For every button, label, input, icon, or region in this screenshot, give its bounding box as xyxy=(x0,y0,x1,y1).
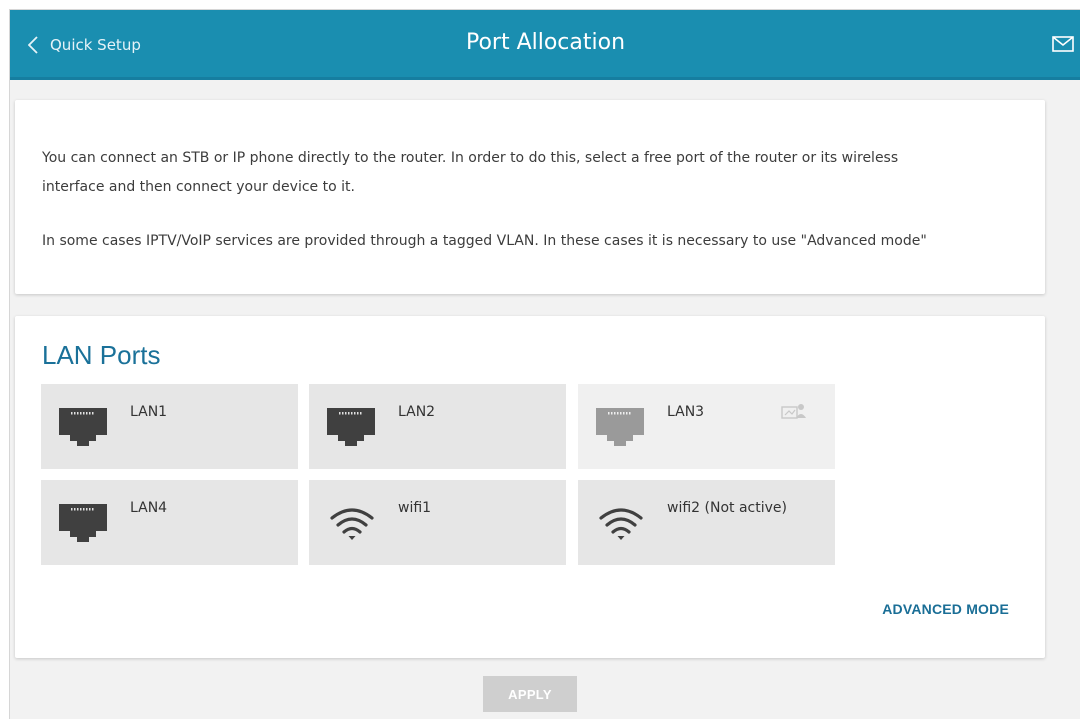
page-title: Port Allocation xyxy=(465,30,626,55)
port-tile-wifi2[interactable]: wifi2 (Not active) xyxy=(578,480,835,565)
port-tile-lan3[interactable]: LAN3 xyxy=(578,384,835,469)
wifi-icon xyxy=(599,508,643,540)
lan-ports-heading: LAN Ports xyxy=(42,340,161,370)
info-text-line-1: You can connect an STB or IP phone direc… xyxy=(42,150,899,166)
port-label: LAN1 xyxy=(130,404,168,420)
port-tile-lan2[interactable]: LAN2 xyxy=(309,384,566,469)
port-tile-wifi1[interactable]: wifi1 xyxy=(309,480,566,565)
app-frame: Quick Setup Port Allocation You can conn… xyxy=(9,9,1080,719)
port-label: LAN4 xyxy=(130,500,168,516)
advanced-mode-link[interactable]: ADVANCED MODE xyxy=(882,601,1009,617)
connected-device-icon xyxy=(781,404,806,419)
port-label: wifi1 xyxy=(398,500,432,516)
top-bar: Quick Setup Port Allocation xyxy=(10,10,1080,80)
info-card: You can connect an STB or IP phone direc… xyxy=(15,100,1045,294)
ethernet-port-icon xyxy=(327,408,375,446)
port-label: LAN3 xyxy=(667,404,705,420)
apply-button[interactable]: APPLY xyxy=(483,676,577,712)
port-label: LAN2 xyxy=(398,404,436,420)
port-tile-lan4[interactable]: LAN4 xyxy=(41,480,298,565)
info-text-vlan-note: In some cases IPTV/VoIP services are pro… xyxy=(42,233,927,249)
port-label: wifi2 (Not active) xyxy=(667,500,787,516)
ethernet-port-icon xyxy=(596,408,644,446)
ethernet-port-icon xyxy=(59,504,107,542)
ethernet-port-icon xyxy=(59,408,107,446)
port-tile-lan1[interactable]: LAN1 xyxy=(41,384,298,469)
mail-icon[interactable] xyxy=(1052,36,1074,52)
top-bar-shadow xyxy=(10,77,1080,80)
wifi-icon xyxy=(330,508,374,540)
lan-ports-card: LAN Ports LAN1 LAN2 LAN3 LAN4 wifi1 wifi… xyxy=(15,316,1045,658)
info-text-line-2: interface and then connect your device t… xyxy=(42,179,355,195)
